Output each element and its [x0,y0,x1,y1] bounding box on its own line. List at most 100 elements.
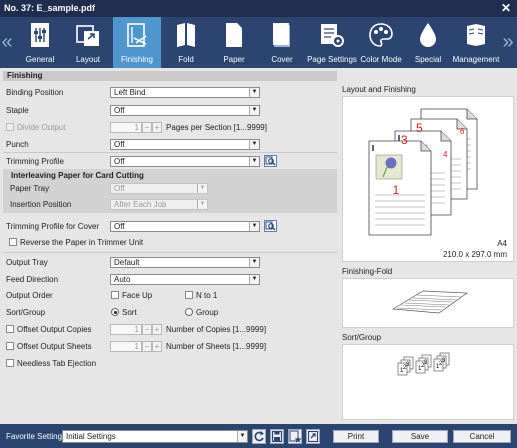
tab-layout[interactable]: Layout [66,17,110,68]
increment-icon[interactable]: + [152,122,162,133]
trimming-profile-cover-value: Off [114,222,125,231]
insertion-position-select[interactable]: After Each Job ▼ [110,199,208,210]
paper-tray-value: Off [114,184,125,193]
refresh-button[interactable] [252,429,266,444]
page-number-1: 1 [393,183,400,197]
special-icon [420,23,436,47]
save-favorite-button[interactable] [270,429,284,444]
fold-preview [342,278,514,328]
save-button[interactable]: Save [392,430,448,443]
tab-fold-label: Fold [178,55,194,64]
divide-output-checkbox[interactable] [6,123,14,131]
tab-layout-label: Layout [75,55,101,64]
scroll-left-icon[interactable]: « [0,25,14,59]
fold-stack-illustration [391,290,469,314]
sort-radio[interactable] [111,308,119,316]
group-radio[interactable] [185,308,193,316]
increment-icon[interactable]: + [152,324,162,335]
binding-position-select[interactable]: Left Bind ▼ [110,87,260,98]
chevron-down-icon: ▼ [237,431,247,442]
fold-icon [177,23,195,47]
needless-tab-checkbox[interactable] [6,359,14,367]
tab-general[interactable]: General [18,17,62,68]
tab-paper[interactable]: Paper [212,17,256,68]
decrement-icon[interactable]: − [142,122,152,133]
decrement-icon[interactable]: − [142,324,152,335]
output-tray-select[interactable]: Default ▼ [110,257,260,268]
scroll-right-icon[interactable]: » [501,25,515,59]
favorite-setting-select[interactable]: Initial Settings ▼ [62,430,248,443]
trimming-profile-label: Trimming Profile [6,157,64,166]
page-number-6: 6 [460,127,465,136]
trimming-profile-value: Off [114,157,125,166]
offset-copies-field[interactable]: 1 [110,324,142,335]
section-header: Finishing [3,71,337,81]
n-to-1-checkbox[interactable] [185,291,193,299]
tab-toolbar: « General Layout Finishing Fold Paper Co… [0,17,517,68]
trimming-cover-preview-button[interactable] [264,220,277,232]
increment-icon[interactable]: + [152,341,162,352]
tab-management[interactable]: Management [450,17,502,68]
preview-search-icon [265,156,276,166]
punch-value: Off [114,140,125,149]
sort-stack-2: 1 2 3 [415,354,432,374]
trimming-profile-cover-select[interactable]: Off ▼ [110,221,260,232]
tab-special[interactable]: Special [406,17,450,68]
punch-select[interactable]: Off ▼ [110,139,260,150]
window-title-bar: No. 37: E_sample.pdf ✕ [0,0,517,17]
management-icon [467,24,485,46]
sort-stack-3: 1 2 3 [433,352,450,372]
export-favorite-button[interactable] [306,429,320,444]
feed-direction-select[interactable]: Auto ▼ [110,274,260,285]
page-stack-preview: 1 3 4 5 6 [368,108,478,236]
color-mode-icon [369,23,393,47]
export-icon [307,430,319,443]
tab-fold[interactable]: Fold [164,17,208,68]
sort-preview: 1 2 3 1 2 3 1 2 3 [342,344,514,420]
print-button[interactable]: Print [333,430,379,443]
tab-cover-label: Cover [271,55,293,64]
paper-tray-select[interactable]: Off ▼ [110,183,208,194]
general-icon [31,23,49,47]
tab-paper-label: Paper [223,55,245,64]
preview-search-icon [265,221,276,231]
decrement-icon[interactable]: − [142,341,152,352]
output-tray-value: Default [114,258,140,267]
chevron-down-icon: ▼ [249,88,259,97]
favorite-setting-label: Favorite Setting [6,432,63,441]
trimming-profile-select[interactable]: Off ▼ [110,156,260,167]
insertion-position-label: Insertion Position [10,200,72,209]
tab-finishing-label: Finishing [120,55,153,64]
interleaving-group: Interleaving Paper for Card Cutting Pape… [3,169,337,213]
refresh-icon [254,431,264,442]
offset-sheets-field[interactable]: 1 [110,341,142,352]
reverse-paper-checkbox[interactable] [9,238,17,246]
settings-panel: Finishing Binding Position Left Bind ▼ S… [0,68,517,424]
add-favorite-button[interactable] [288,429,302,444]
trimming-profile-preview-button[interactable] [264,155,277,167]
tab-special-label: Special [414,55,442,64]
offset-sheets-range: Number of Sheets [1...9999] [166,342,267,351]
interleaving-title: Interleaving Paper for Card Cutting [11,171,144,180]
finishing-icon [127,23,147,47]
tab-finishing[interactable]: Finishing [113,17,161,68]
tab-management-label: Management [452,55,500,64]
face-up-checkbox[interactable] [111,291,119,299]
tab-page-settings[interactable]: Page Settings [306,17,358,68]
tab-color-mode[interactable]: Color Mode [358,17,404,68]
cover-icon [273,23,290,47]
staple-select[interactable]: Off ▼ [110,105,260,116]
close-icon[interactable]: ✕ [500,0,512,17]
offset-sheets-label: Offset Output Sheets [17,342,92,351]
tab-general-label: General [25,55,55,64]
tab-cover[interactable]: Cover [260,17,304,68]
chevron-down-icon: ▼ [249,258,259,267]
offset-copies-range: Number of Copies [1...9999] [166,325,267,334]
offset-copies-checkbox[interactable] [6,325,14,333]
feed-direction-label: Feed Direction [6,275,59,284]
offset-sheets-checkbox[interactable] [6,342,14,350]
divide-output-field[interactable]: 1 [110,122,142,133]
cancel-button[interactable]: Cancel [453,430,511,443]
chevron-down-icon: ▼ [249,222,259,231]
staple-label: Staple [6,106,29,115]
